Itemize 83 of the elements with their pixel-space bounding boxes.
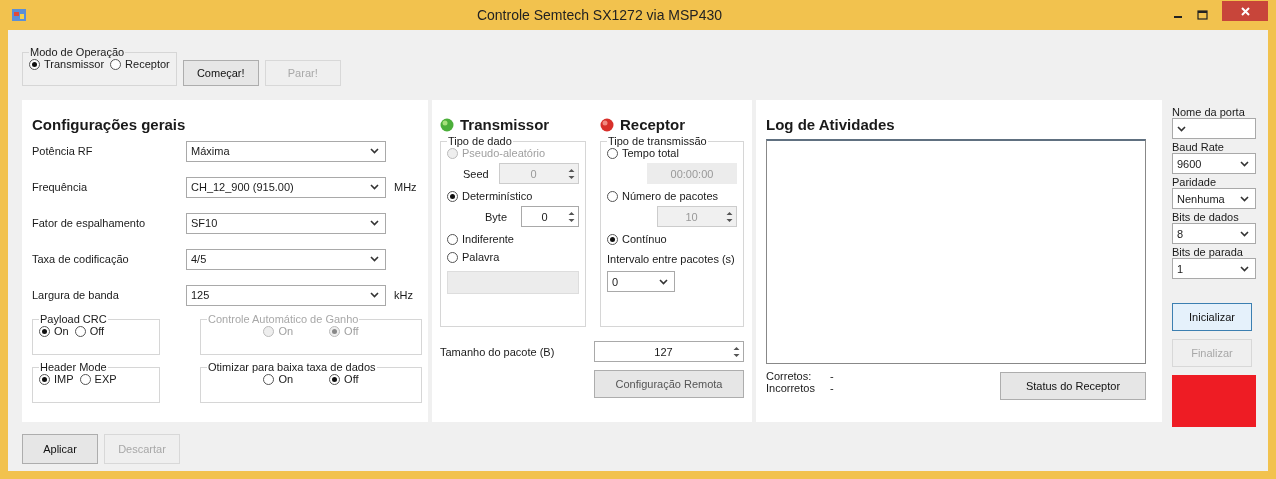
- radio-option[interactable]: On: [39, 325, 69, 337]
- caret-icon: [370, 184, 379, 190]
- window-title: Controle Semtech SX1272 via MSP430: [475, 7, 724, 23]
- field-label: Intervalo entre pacotes (s): [607, 253, 736, 265]
- caret-icon: [1240, 195, 1249, 202]
- unit-label: MHz: [394, 181, 417, 193]
- group-title: Tipo de dado: [447, 135, 513, 147]
- caret-icon: [1177, 125, 1186, 132]
- radio-option[interactable]: On: [263, 373, 294, 385]
- radio-option[interactable]: Tempo total: [607, 147, 737, 159]
- caret-icon: [370, 292, 379, 298]
- caret-icon: [370, 256, 379, 262]
- action-button[interactable]: Começar!: [182, 60, 259, 86]
- group-title: Modo de Operação: [29, 46, 126, 58]
- close-button[interactable]: [1222, 1, 1268, 21]
- spinner-arrows-icon: [567, 166, 576, 181]
- action-button[interactable]: Aplicar: [22, 434, 98, 464]
- radio-option[interactable]: EXP: [79, 373, 117, 385]
- dropdown[interactable]: 0: [607, 271, 675, 292]
- caret-icon: [1240, 230, 1249, 237]
- spin-box[interactable]: 127: [594, 341, 744, 362]
- group-title: Payload CRC: [39, 313, 108, 325]
- spin-box[interactable]: 0: [521, 206, 579, 227]
- spinner-arrows-icon: [567, 209, 576, 224]
- group-title: Header Mode: [39, 361, 108, 373]
- section-title: Configurações gerais: [32, 116, 187, 133]
- action-button[interactable]: Inicializar: [1172, 303, 1252, 331]
- field-label: Frequência: [32, 181, 89, 193]
- app-icon: [12, 9, 26, 21]
- caret-icon: [659, 278, 668, 285]
- section-title: Transmissor: [460, 116, 550, 133]
- spinner-arrows-icon: [725, 209, 734, 224]
- radio-option[interactable]: Número de pacotes: [607, 190, 737, 202]
- stat-label: Corretos:: [766, 370, 813, 382]
- field-label: Bits de parada: [1172, 246, 1244, 258]
- field-label: Largura de banda: [32, 289, 120, 301]
- spinner-arrows-icon: [732, 344, 741, 359]
- dropdown[interactable]: SF10: [186, 212, 386, 234]
- radio-option[interactable]: IMP: [39, 373, 74, 385]
- caret-icon: [1240, 160, 1249, 167]
- dropdown[interactable]: 8: [1172, 223, 1256, 244]
- group-title: Tipo de transmissão: [607, 135, 708, 147]
- section-title: Receptor: [620, 116, 686, 133]
- radio-option[interactable]: Indiferente: [447, 233, 579, 245]
- spinner-label: Seed: [463, 167, 490, 180]
- stat-value: -: [830, 382, 834, 394]
- field-label: Taxa de codificação: [32, 253, 130, 265]
- dropdown[interactable]: Nenhuma: [1172, 188, 1256, 209]
- close-icon: [1240, 6, 1250, 16]
- field-label: Tamanho do pacote (B): [440, 345, 555, 358]
- dropdown[interactable]: 9600: [1172, 153, 1256, 174]
- radio-option[interactable]: Transmissor: [29, 58, 105, 70]
- section-title: Log de Atividades: [766, 116, 896, 133]
- radio-option[interactable]: Receptor: [110, 58, 170, 70]
- radio-option[interactable]: Off: [74, 325, 105, 337]
- dropdown[interactable]: 4/5: [186, 248, 386, 270]
- dropdown[interactable]: [1172, 118, 1256, 139]
- radio-option[interactable]: Off: [329, 373, 359, 385]
- field-label: Baud Rate: [1172, 141, 1225, 153]
- group-title: Controle Automático de Ganho: [207, 313, 360, 325]
- radio-option[interactable]: Contínuo: [607, 233, 737, 245]
- receiver-status-button[interactable]: Status do Receptor: [1000, 372, 1146, 400]
- stat-value: -: [830, 370, 834, 382]
- dropdown[interactable]: 1: [1172, 258, 1256, 279]
- dropdown[interactable]: Máxima: [186, 140, 386, 162]
- unit-label: kHz: [394, 289, 413, 301]
- field-label: Nome da porta: [1172, 106, 1246, 118]
- field-label: Paridade: [1172, 176, 1218, 188]
- stat-label: Incorretos: [766, 382, 816, 394]
- field-label: Fator de espalhamento: [32, 217, 147, 229]
- field-label: Bits de dados: [1172, 211, 1240, 223]
- remote-config-button[interactable]: Configuração Remota: [594, 370, 744, 398]
- caret-icon: [370, 148, 379, 154]
- caret-icon: [370, 220, 379, 226]
- field-label: Potência RF: [32, 145, 94, 157]
- maximize-icon[interactable]: [1197, 10, 1208, 20]
- radio-option[interactable]: Palavra: [447, 251, 579, 263]
- caret-icon: [1240, 265, 1249, 272]
- group-title: Otimizar para baixa taxa de dados: [207, 361, 377, 373]
- dropdown[interactable]: 125: [186, 284, 386, 306]
- radio-option[interactable]: Determinístico: [447, 190, 579, 202]
- dropdown[interactable]: CH_12_900 (915.00): [186, 176, 386, 198]
- spinner-label: Byte: [485, 210, 508, 223]
